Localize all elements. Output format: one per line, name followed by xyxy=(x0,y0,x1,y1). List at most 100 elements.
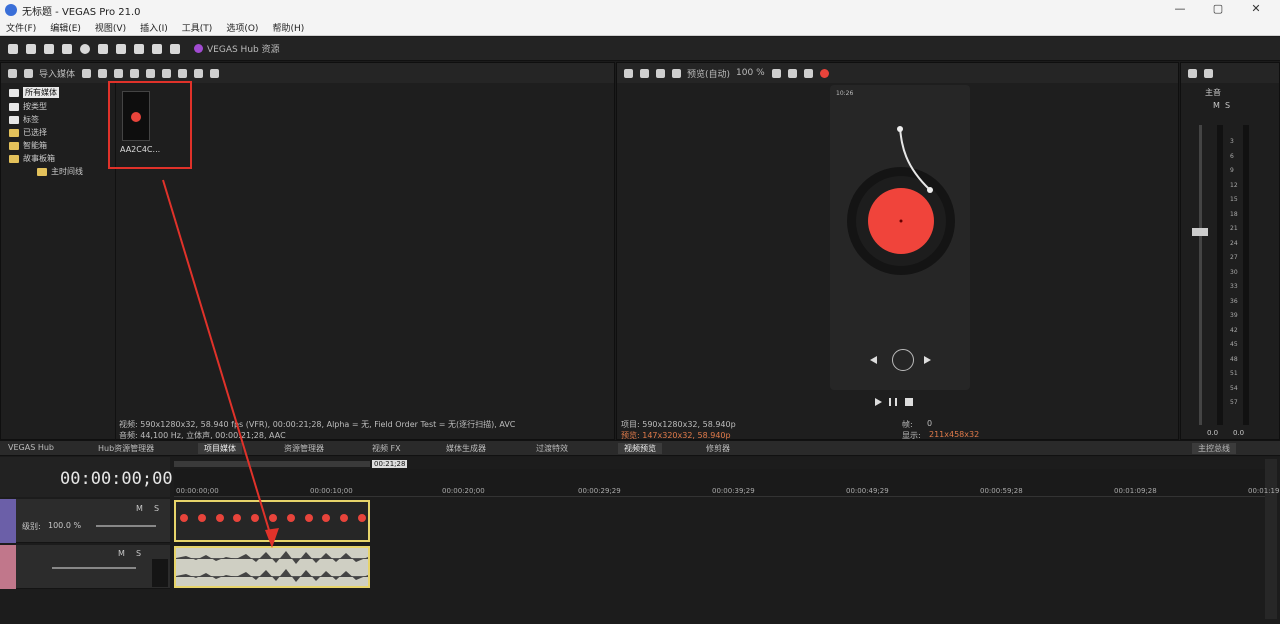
audio-solo-button[interactable]: S xyxy=(136,549,141,558)
tab-video-fx[interactable]: 视频 FX xyxy=(372,443,401,454)
video-solo-button[interactable]: S xyxy=(154,504,159,513)
menu-file[interactable]: 文件(F) xyxy=(6,21,36,34)
mixer-fx-icon[interactable] xyxy=(1204,68,1213,78)
meter-tick-label: 51 xyxy=(1230,370,1238,377)
preview-quality-select[interactable]: 预览(自动) xyxy=(687,67,730,80)
media-item-highlight[interactable]: AA2C4C... xyxy=(108,81,192,169)
menu-view[interactable]: 视图(V) xyxy=(95,21,126,34)
minimize-button[interactable]: — xyxy=(1170,2,1190,15)
tab-media-generators[interactable]: 媒体生成器 xyxy=(446,443,486,454)
render-icon[interactable] xyxy=(62,43,72,54)
menu-insert[interactable]: 插入(I) xyxy=(140,21,168,34)
video-level-slider[interactable] xyxy=(96,525,156,527)
ruler-label: 00:00:20;00 xyxy=(442,487,485,495)
split-screen-icon[interactable] xyxy=(672,68,681,78)
tab-hub-explorer[interactable]: Hub资源管理器 xyxy=(98,443,154,454)
meter-tick-label: 9 xyxy=(1230,167,1234,174)
audio-volume-slider[interactable] xyxy=(52,567,136,569)
tree-selected[interactable]: 已选择 xyxy=(9,127,47,138)
fx-icon[interactable] xyxy=(656,68,665,78)
tab-master-bus[interactable]: 主控总线 xyxy=(1192,443,1236,454)
ruler-label: 00:00:29;29 xyxy=(578,487,621,495)
auto-preview-icon[interactable] xyxy=(178,68,188,78)
undo-icon[interactable] xyxy=(152,43,162,54)
hub-resources-button[interactable]: VEGAS Hub 资源 xyxy=(194,42,280,55)
audio-mute-button[interactable]: M xyxy=(118,549,125,558)
tree-smart-bins[interactable]: 智能箱 xyxy=(9,140,47,151)
remove-icon[interactable] xyxy=(114,68,124,78)
import-icon[interactable] xyxy=(24,68,33,78)
import-media-label[interactable]: 导入媒体 xyxy=(39,67,75,80)
pause-icon[interactable] xyxy=(889,398,897,406)
meter-tick-label: 57 xyxy=(1230,399,1238,406)
video-mute-button[interactable]: M xyxy=(136,504,143,513)
play-icon[interactable] xyxy=(875,398,882,406)
tab-video-preview[interactable]: 视频预览 xyxy=(618,443,662,454)
menu-tools[interactable]: 工具(T) xyxy=(182,21,213,34)
open-folder-icon[interactable] xyxy=(26,43,36,54)
tab-vegas-hub[interactable]: VEGAS Hub xyxy=(8,443,54,452)
capture-icon[interactable] xyxy=(82,68,92,78)
preview-zoom-select[interactable]: 100 % xyxy=(736,68,765,78)
stop-icon[interactable] xyxy=(162,68,172,78)
video-level-label: 级别: xyxy=(22,522,41,531)
new-file-icon[interactable] xyxy=(8,43,18,54)
vertical-scrollbar[interactable] xyxy=(1265,459,1277,619)
event-thumbnail-disc xyxy=(286,514,295,522)
media-fx-icon[interactable] xyxy=(130,68,140,78)
get-media-icon[interactable] xyxy=(98,68,108,78)
preview-settings-icon[interactable] xyxy=(624,68,633,78)
tab-trimmer[interactable]: 修剪器 xyxy=(706,443,730,454)
audio-track-header[interactable]: M S xyxy=(0,545,170,589)
menu-options[interactable]: 选项(O) xyxy=(226,21,258,34)
tab-project-media[interactable]: 项目媒体 xyxy=(198,443,242,454)
menu-help[interactable]: 帮助(H) xyxy=(272,21,304,34)
mixer-settings-icon[interactable] xyxy=(1188,68,1197,78)
master-mute-button[interactable]: M xyxy=(1213,101,1220,110)
record-icon[interactable] xyxy=(819,68,829,78)
tree-all-media[interactable]: 所有媒体 xyxy=(9,87,59,98)
project-media-panel: 导入媒体 所有媒体 按类型 标签 已选择 智能箱 故事板箱 主时间线 AA2C4… xyxy=(0,62,615,441)
tree-storyboard-bins[interactable]: 故事板箱 xyxy=(9,153,55,164)
search-icon[interactable] xyxy=(210,68,220,78)
master-bus-panel: 主音 M S 0.0 0.0 xyxy=(1180,62,1280,440)
tree-tags[interactable]: 标签 xyxy=(9,114,39,125)
tab-transitions[interactable]: 过渡特效 xyxy=(536,443,568,454)
audio-track-color xyxy=(0,545,16,589)
project-info: 项目: 590x1280x32, 58.940p xyxy=(621,420,736,429)
paste-icon[interactable] xyxy=(134,43,144,54)
media-item-name: AA2C4C... xyxy=(120,145,161,154)
timecode-display: 00:00:00;00 xyxy=(60,469,173,489)
meter-tick-label: 6 xyxy=(1230,152,1234,160)
settings-icon[interactable] xyxy=(80,43,90,54)
stop-icon[interactable] xyxy=(905,398,913,406)
tree-main-timeline[interactable]: 主时间线 xyxy=(37,166,83,177)
overlays-icon[interactable] xyxy=(771,68,781,78)
cut-icon[interactable] xyxy=(98,43,108,54)
external-monitor-icon[interactable] xyxy=(640,68,649,78)
loop-region-bar[interactable] xyxy=(174,461,370,467)
master-fader-handle[interactable] xyxy=(1192,228,1208,236)
copy-icon[interactable] xyxy=(116,43,126,54)
refresh-icon[interactable] xyxy=(8,68,17,78)
meter-tick-label: 30 xyxy=(1230,268,1238,276)
tab-explorer[interactable]: 资源管理器 xyxy=(284,443,324,454)
audio-event-clip[interactable] xyxy=(174,546,370,588)
save-snapshot-icon[interactable] xyxy=(803,68,813,78)
tree-by-type[interactable]: 按类型 xyxy=(9,101,47,112)
folder-icon xyxy=(9,128,19,137)
copy-snapshot-icon[interactable] xyxy=(787,68,797,78)
view-icon[interactable] xyxy=(194,68,204,78)
save-icon[interactable] xyxy=(44,43,54,54)
maximize-button[interactable]: ▢ xyxy=(1208,2,1228,15)
master-label: 主音 xyxy=(1205,88,1221,97)
redo-icon[interactable] xyxy=(170,43,180,54)
video-track-header[interactable]: 级别: 100.0 % M S xyxy=(0,499,170,543)
play-icon[interactable] xyxy=(146,68,156,78)
menu-edit[interactable]: 编辑(E) xyxy=(50,21,81,34)
master-solo-button[interactable]: S xyxy=(1225,101,1230,110)
phone-pause-icon xyxy=(892,349,914,371)
event-thumbnail-disc xyxy=(215,514,224,522)
title-bar: 无标题 - VEGAS Pro 21.0 — ▢ ✕ xyxy=(0,0,1280,20)
close-button[interactable]: ✕ xyxy=(1246,2,1266,15)
